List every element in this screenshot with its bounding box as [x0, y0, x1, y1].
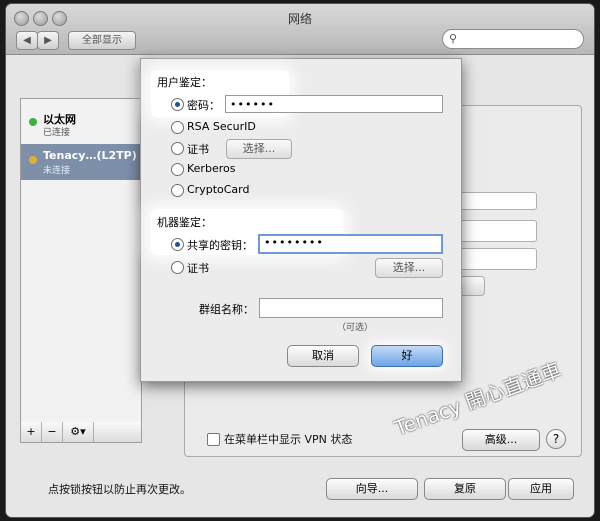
kerberos-radio[interactable] — [171, 163, 184, 176]
back-button[interactable]: ◀ — [16, 31, 38, 50]
select-user-certificate-button[interactable]: 选择... — [226, 139, 292, 159]
user-certificate-label: 证书 — [187, 143, 209, 156]
kerberos-label: Kerberos — [187, 162, 236, 175]
password-field[interactable]: •••••• — [225, 95, 443, 113]
password-label: 密码： — [187, 99, 220, 112]
show-all-button[interactable]: 全部显示 — [68, 31, 136, 50]
group-name-optional-hint: （可选） — [337, 323, 374, 333]
service-status: 未连接 — [43, 166, 71, 176]
cancel-button[interactable]: 取消 — [287, 345, 359, 367]
revert-button[interactable]: 复原 — [424, 478, 506, 500]
service-list: 以太网 已连接 Tenacy…(L2TP) 未连接 — [20, 98, 142, 424]
title-bar: 网络 ◀ ▶ 全部显示 ⚲ — [6, 4, 594, 55]
user-certificate-radio[interactable] — [171, 142, 184, 155]
shared-secret-field[interactable]: •••••••• — [258, 234, 443, 254]
password-radio[interactable] — [171, 98, 184, 111]
group-name-label: 群组名称： — [199, 303, 254, 316]
status-dot-icon — [29, 118, 37, 126]
assist-me-button[interactable]: 向导... — [326, 478, 418, 500]
advanced-button[interactable]: 高级... — [462, 429, 540, 451]
apply-button[interactable]: 应用 — [508, 478, 574, 500]
group-name-field[interactable] — [259, 298, 443, 318]
user-auth-heading: 用户鉴定： — [157, 76, 212, 89]
shared-secret-radio[interactable] — [171, 238, 184, 251]
authentication-sheet: 用户鉴定： 密码： •••••• RSA SecurID 证书 选择... Ke… — [140, 58, 462, 382]
shared-secret-label: 共享的密钥： — [187, 239, 253, 252]
machine-certificate-label: 证书 — [187, 262, 209, 275]
rsa-securid-label: RSA SecurID — [187, 120, 256, 133]
service-name: Tenacy…(L2TP) — [43, 149, 137, 162]
forward-button[interactable]: ▶ — [37, 31, 59, 50]
cryptocard-label: CryptoCard — [187, 183, 250, 196]
search-field[interactable]: ⚲ — [442, 29, 584, 49]
show-vpn-status-label: 在菜单栏中显示 VPN 状态 — [224, 433, 353, 446]
add-service-button[interactable]: + — [21, 422, 42, 442]
remove-service-button[interactable]: − — [42, 422, 63, 442]
ok-button[interactable]: 好 — [371, 345, 443, 367]
service-status: 已连接 — [43, 128, 71, 138]
service-list-toolbar: + − ⚙▾ — [20, 422, 142, 443]
machine-auth-heading: 机器鉴定： — [157, 216, 212, 229]
lock-hint-text: 点按锁按钮以防止再次更改。 — [48, 483, 191, 496]
service-item-ethernet[interactable]: 以太网 已连接 — [21, 106, 141, 142]
show-vpn-status-checkbox[interactable] — [207, 433, 220, 446]
select-machine-certificate-button[interactable]: 选择... — [375, 258, 443, 278]
search-icon: ⚲ — [449, 32, 458, 45]
service-item-l2tp[interactable]: Tenacy…(L2TP) 未连接 — [21, 144, 141, 180]
action-menu-button[interactable]: ⚙▾ — [63, 422, 94, 442]
rsa-securid-radio[interactable] — [171, 121, 184, 134]
help-button[interactable]: ? — [546, 429, 566, 449]
window-title: 网络 — [287, 12, 312, 26]
status-dot-icon — [29, 156, 37, 164]
machine-certificate-radio[interactable] — [171, 261, 184, 274]
cryptocard-radio[interactable] — [171, 184, 184, 197]
